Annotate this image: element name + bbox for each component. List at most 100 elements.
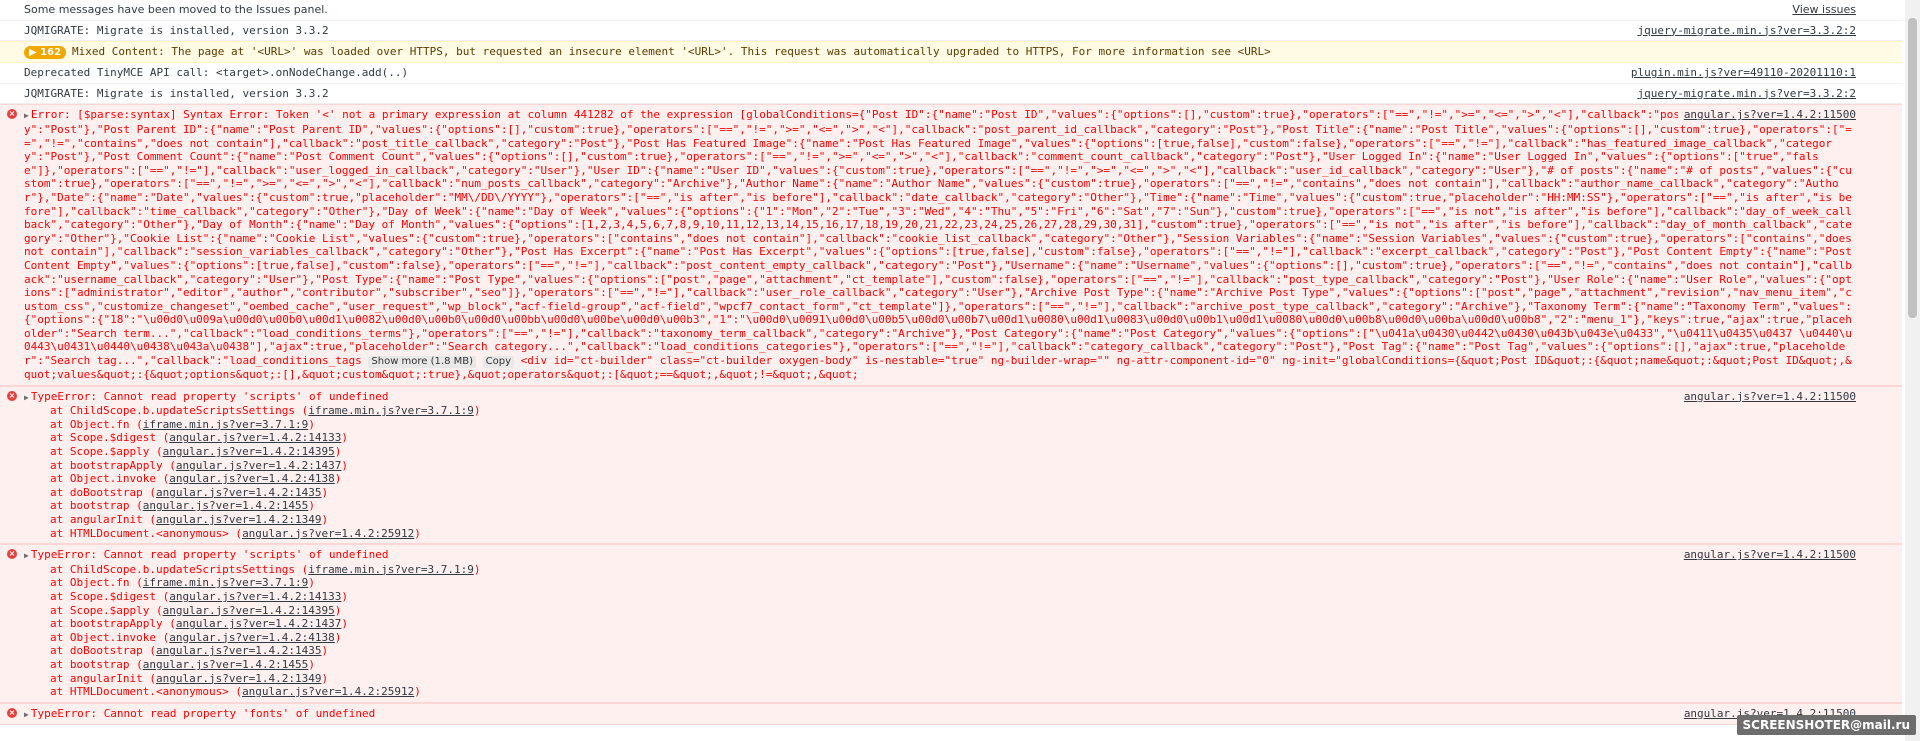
stack-frame-function: at Scope.$digest [50,431,156,445]
stack-frame-link[interactable]: angular.js?ver=1.4.2:1455 [143,658,309,671]
devtools-console: Some messages have been moved to the Iss… [0,0,1902,741]
stack-frame: at Object.invoke (angular.js?ver=1.4.2:4… [50,472,342,486]
stack-frame-function: at ChildScope.b.updateScriptsSettings [50,404,296,418]
stack-frame-function: at angularInit [50,513,143,526]
source-link[interactable]: plugin.min.js?ver=49110-20201110:1 [1625,66,1856,80]
stack-frame: at Scope.$apply (angular.js?ver=1.4.2:14… [50,603,342,617]
error-icon: × [7,549,17,560]
stack-frame: at bootstrapApply (angular.js?ver=1.4.2:… [50,458,349,472]
console-message-warn: ▶ 162 Mixed Content: The page at '<URL>' … [0,41,1902,64]
source-link[interactable]: jquery-migrate.min.js?ver=3.3.2:2 [1631,87,1856,101]
message-text: TypeError: Cannot read property 'fonts' … [30,706,376,720]
stack-frame: at bootstrap (angular.js?ver=1.4.2:1455) [50,499,315,513]
expand-triangle-icon[interactable]: ▶ [24,109,29,123]
stack-frame-link[interactable]: angular.js?ver=1.4.2:1349 [156,513,322,526]
stack-frame-link[interactable]: angular.js?ver=1.4.2:14395 [163,604,335,617]
console-message-info: Some messages have been moved to the Iss… [0,0,1902,21]
message-text: TypeError: Cannot read property 'scripts… [30,548,389,562]
stack-frame-function: at Scope.$apply [50,603,150,617]
stack-frame: at HTMLDocument.<anonymous> (angular.js?… [50,526,421,540]
console-message-stack: × ▶ TypeError: Cannot read property 'scrip… [0,385,1902,545]
message-text: Deprecated TinyMCE API call: <target>.on… [24,66,409,80]
message-text: JQMIGRATE: Migrate is installed, version… [24,23,329,37]
stack-frame-function: at doBootstrap [50,644,143,658]
stack-frame: at Object.invoke (angular.js?ver=1.4.2:4… [50,630,342,644]
show-more-button[interactable]: Show more (1.8 MB) [368,356,477,369]
expand-triangle-icon[interactable]: ▶ [24,708,29,722]
stack-frame-link[interactable]: iframe.min.js?ver=3.7.1:9 [308,404,474,417]
stack-frame: at ChildScope.b.updateScriptsSettings (i… [50,404,481,418]
stack-frame-link[interactable]: angular.js?ver=1.4.2:1435 [156,486,322,499]
stack-frame: at Object.fn (iframe.min.js?ver=3.7.1:9) [50,417,315,431]
stack-frame-link[interactable]: angular.js?ver=1.4.2:1349 [156,672,322,685]
stack-frame-link[interactable]: angular.js?ver=1.4.2:1435 [156,644,322,657]
source-link[interactable]: View issues [1786,3,1856,17]
stack-frame-link[interactable]: iframe.min.js?ver=3.7.1:9 [308,563,474,576]
stack-frame-link[interactable]: angular.js?ver=1.4.2:14133 [169,431,341,444]
expand-triangle-icon[interactable]: ▶ [24,549,29,563]
console-message-error: × ▶ Error: [$parse:syntax] Syntax Error: T… [0,104,1902,386]
stack-frame-link[interactable]: angular.js?ver=1.4.2:25912 [242,685,414,698]
stack-frame-function: at Object.invoke [50,630,156,644]
repeat-count-badge: ▶ 162 [24,46,67,60]
message-text: JQMIGRATE: Migrate is installed, version… [24,86,329,100]
stack-frame-link[interactable]: angular.js?ver=1.4.2:14133 [169,590,341,603]
stack-frame-link[interactable]: angular.js?ver=1.4.2:4138 [169,472,335,485]
source-link[interactable]: jquery-migrate.min.js?ver=3.3.2:2 [1631,24,1856,38]
stack-frame: at Scope.$digest (angular.js?ver=1.4.2:1… [50,589,349,603]
error-icon: × [7,707,17,718]
stack-frame: at bootstrapApply (angular.js?ver=1.4.2:… [50,617,349,631]
message-text: Mixed Content: The page at '<URL>' was l… [72,45,1271,59]
console-message-stack: × ▶ TypeError: Cannot read property 'scrip… [0,544,1902,703]
watermark-logo: SCREENSHOTER@mail.ru [1736,715,1916,735]
copy-button[interactable]: Copy [482,356,515,369]
stack-frame-link[interactable]: angular.js?ver=1.4.2:1437 [176,617,342,630]
stack-frame: at doBootstrap (angular.js?ver=1.4.2:143… [50,644,329,658]
stack-frame-link[interactable]: angular.js?ver=1.4.2:1437 [176,459,342,472]
console-message-stack: × ▶ TypeError: Cannot read property 'fonts… [0,702,1902,726]
console-message-log: Deprecated TinyMCE API call: <target>.on… [0,63,1902,84]
stack-frame: at angularInit (angular.js?ver=1.4.2:134… [50,513,329,526]
stack-frame-function: at Object.fn [50,417,130,431]
console-scrollbar[interactable] [1905,0,1920,741]
console-message-log: JQMIGRATE: Migrate is installed, version… [0,21,1902,42]
stack-frame-function: at Scope.$apply [50,445,150,459]
stack-frame-function: at bootstrap [50,499,130,513]
source-link[interactable]: angular.js?ver=1.4.2:11500 [1677,108,1856,122]
stack-frame-function: at bootstrapApply [50,617,163,631]
stack-frame-function: at HTMLDocument.<anonymous> [50,685,229,699]
stack-frame: at ChildScope.b.updateScriptsSettings (i… [50,562,481,576]
message-text: Some messages have been moved to the Iss… [24,3,328,16]
stack-frame-function: at Object.invoke [50,472,156,486]
stack-frame: at HTMLDocument.<anonymous> (angular.js?… [50,685,421,699]
stack-frame-function: at bootstrap [50,657,130,671]
stack-frame-link[interactable]: angular.js?ver=1.4.2:25912 [242,527,414,540]
stack-frame: at bootstrap (angular.js?ver=1.4.2:1455) [50,657,315,671]
source-link[interactable]: angular.js?ver=1.4.2:11500 [1677,389,1856,404]
stack-frame: at Scope.$apply (angular.js?ver=1.4.2:14… [50,445,342,459]
stack-frame-function: at angularInit [50,671,143,685]
stack-frame-function: at doBootstrap [50,485,143,499]
console-message-log: JQMIGRATE: Migrate is installed, version… [0,84,1902,105]
stack-frame-link[interactable]: angular.js?ver=1.4.2:1455 [143,499,309,512]
message-text: TypeError: Cannot read property 'scripts… [30,389,389,403]
error-icon: × [7,390,17,401]
stack-frame-link[interactable]: iframe.min.js?ver=3.7.1:9 [143,576,309,589]
stack-frame-function: at Object.fn [50,576,130,590]
message-text: Error: [$parse:syntax] Syntax Error: Tok… [24,108,1859,368]
stack-frame-function: at HTMLDocument.<anonymous> [50,526,229,540]
expand-triangle-icon[interactable]: ▶ [24,391,29,405]
stack-frame: at Object.fn (iframe.min.js?ver=3.7.1:9) [50,576,315,590]
stack-frame: at angularInit (angular.js?ver=1.4.2:134… [50,671,329,685]
stack-frame-link[interactable]: angular.js?ver=1.4.2:4138 [169,631,335,644]
stack-frame: at doBootstrap (angular.js?ver=1.4.2:143… [50,485,329,499]
stack-frame-link[interactable]: angular.js?ver=1.4.2:14395 [163,445,335,458]
stack-frame-function: at Scope.$digest [50,589,156,603]
scrollbar-thumb[interactable] [1908,18,1917,318]
stack-frame-link[interactable]: iframe.min.js?ver=3.7.1:9 [143,418,309,431]
error-icon: × [7,109,17,120]
repeat-count: 162 [40,47,62,59]
stack-frame-function: at bootstrapApply [50,458,163,472]
warning-icon: ▶ [29,47,41,59]
source-link[interactable]: angular.js?ver=1.4.2:11500 [1677,548,1856,562]
